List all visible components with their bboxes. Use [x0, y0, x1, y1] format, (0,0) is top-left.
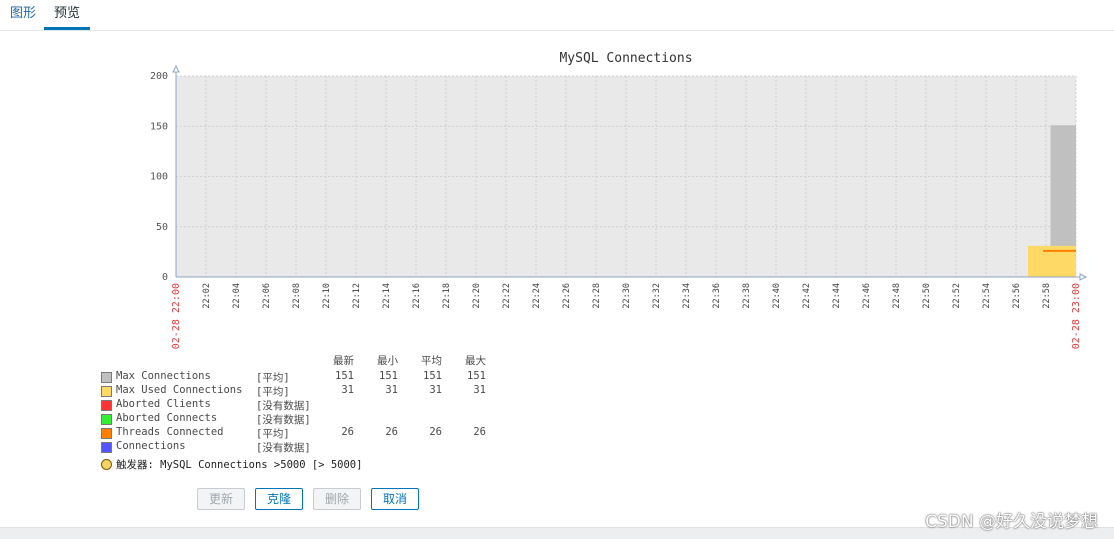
x-tick-label: 22:58: [1042, 283, 1052, 309]
legend-last: 31: [341, 384, 354, 396]
x-tick-label: 22:22: [502, 283, 512, 309]
cancel-button[interactable]: 取消: [371, 488, 419, 510]
x-tick-label: 22:30: [622, 283, 632, 309]
legend-row: Threads Connected [平均] 26 26 26 26: [100, 425, 520, 440]
legend-swatch: [101, 372, 112, 383]
trigger-icon: [101, 459, 112, 470]
chart-title: MySQL Connections: [559, 51, 692, 66]
legend-series-name: Max Used Connections: [116, 384, 243, 396]
tab-bar: 图形 预览: [0, 0, 1114, 31]
legend-series-name: Connections: [116, 440, 186, 452]
y-tick-label: 150: [150, 121, 168, 132]
x-tick-label: 22:28: [592, 283, 602, 309]
legend-series-name: Aborted Connects: [116, 412, 218, 424]
y-axis-arrow: [172, 64, 180, 73]
x-tick-label: 22:06: [262, 283, 272, 309]
x-tick-label: 22:50: [922, 283, 932, 309]
x-tick-label: 22:54: [982, 283, 992, 309]
y-tick-label: 100: [150, 172, 168, 183]
legend-row: Max Used Connections [平均] 31 31 31 31: [100, 383, 520, 398]
x-tick-label: 22:16: [412, 283, 422, 309]
legend-max: 26: [473, 426, 486, 438]
legend-row: Aborted Clients [没有数据]: [100, 397, 520, 412]
legend-swatch: [101, 442, 112, 453]
legend-row: Aborted Connects [没有数据]: [100, 411, 520, 426]
x-tick-label: 22:36: [712, 283, 722, 309]
legend-swatch: [101, 386, 112, 397]
x-tick-label: 22:44: [832, 283, 842, 309]
x-tick-label: 22:38: [742, 283, 752, 309]
x-tick-label: 22:40: [772, 283, 782, 309]
legend-header-last: 最新: [333, 355, 354, 367]
x-tick-label: 22:02: [202, 283, 212, 309]
legend-min: 26: [385, 426, 398, 438]
x-end-label: 02-28 23:00: [1071, 283, 1082, 349]
x-tick-label: 22:34: [682, 283, 692, 309]
legend-swatch: [101, 414, 112, 425]
tab-graph[interactable]: 图形: [0, 0, 46, 28]
x-tick-label: 22:10: [322, 283, 332, 309]
y-tick-label: 200: [150, 71, 168, 82]
x-tick-label: 22:56: [1012, 283, 1022, 309]
x-tick-label: 22:12: [352, 283, 362, 309]
x-tick-label: 22:46: [862, 283, 872, 309]
x-tick-label: 22:20: [472, 283, 482, 309]
legend-last: 151: [335, 370, 354, 382]
x-tick-label: 22:24: [532, 283, 542, 309]
delete-button[interactable]: 删除: [313, 488, 361, 510]
legend-avg: 151: [423, 370, 442, 382]
legend-avg: 26: [429, 426, 442, 438]
legend-header-min: 最小: [377, 355, 398, 367]
x-tick-label: 22:08: [292, 283, 302, 309]
y-tick-label: 0: [162, 272, 168, 283]
legend-header-max: 最大: [465, 355, 486, 367]
tab-preview[interactable]: 预览: [44, 0, 91, 30]
legend-function: [没有数据]: [256, 442, 311, 454]
legend-max: 151: [467, 370, 486, 382]
x-tick-label: 22:52: [952, 283, 962, 309]
legend-series-name: Threads Connected: [116, 426, 224, 438]
trigger-line: 触发器: MySQL Connections >5000 [> 5000]: [100, 456, 520, 471]
watermark: CSDN @好久没说梦想: [925, 512, 1098, 532]
clone-button[interactable]: 克隆: [255, 488, 303, 510]
y-tick-label: 50: [156, 222, 168, 233]
x-tick-label: 22:32: [652, 283, 662, 309]
legend-row: Max Connections [平均] 151 151 151 151: [100, 369, 520, 384]
update-button[interactable]: 更新: [197, 488, 245, 510]
x-start-label: 02-28 22:00: [171, 283, 182, 349]
legend-header-avg: 平均: [421, 355, 442, 367]
legend-series-name: Aborted Clients: [116, 398, 211, 410]
legend-swatch: [101, 428, 112, 439]
x-tick-label: 22:18: [442, 283, 452, 309]
x-tick-label: 22:26: [562, 283, 572, 309]
trigger-text: 触发器: MySQL Connections >5000 [> 5000]: [116, 459, 363, 471]
chart-svg: MySQL Connections 0 50 100 150 200 22:02 22:04 2…: [150, 51, 1088, 349]
legend-swatch: [101, 400, 112, 411]
legend-min: 151: [379, 370, 398, 382]
x-axis-arrow: [1079, 273, 1088, 281]
legend-row: Connections [没有数据]: [100, 439, 520, 454]
legend-avg: 31: [429, 384, 442, 396]
legend-series-name: Max Connections: [116, 370, 211, 382]
legend-last: 26: [341, 426, 354, 438]
x-tick-label: 22:14: [382, 283, 392, 309]
x-tick-label: 22:48: [892, 283, 902, 309]
chart: MySQL Connections 0 50 100 150 200 22:02 22:04 2…: [95, 40, 1095, 350]
legend-min: 31: [385, 384, 398, 396]
x-tick-label: 22:04: [232, 283, 242, 309]
x-tick-label: 22:42: [802, 283, 812, 309]
legend-max: 31: [473, 384, 486, 396]
